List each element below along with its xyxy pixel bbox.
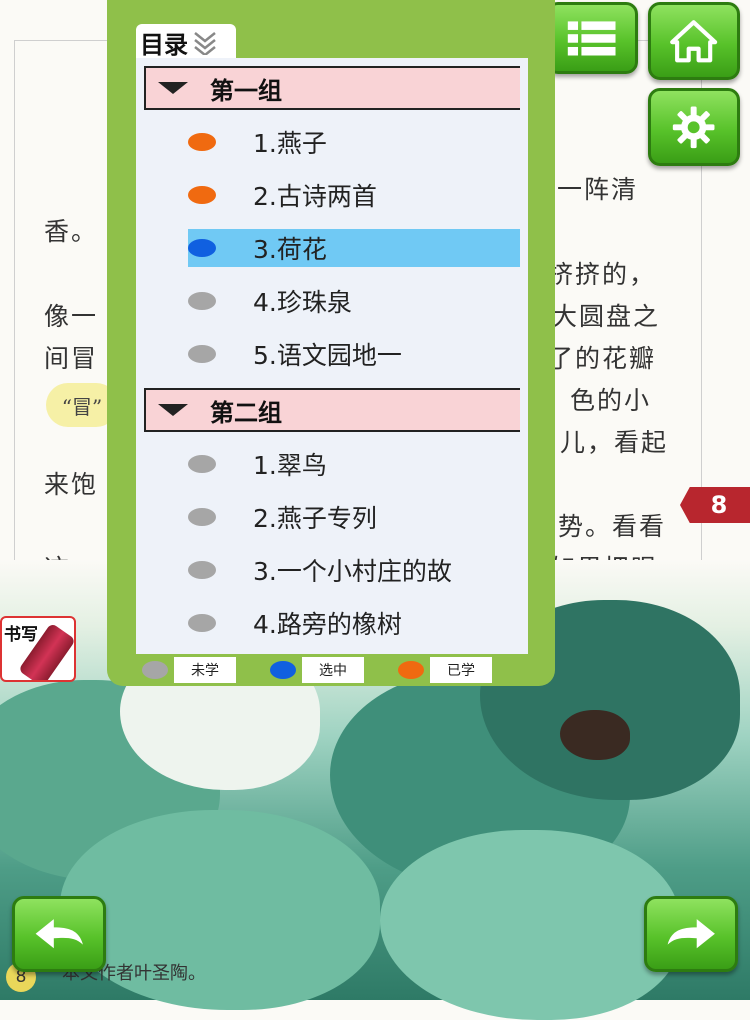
- status-dot-learned: [188, 186, 216, 204]
- legend-label: 已学: [430, 657, 492, 683]
- toc-title: 目录: [140, 30, 188, 59]
- toc-item[interactable]: 1.燕子: [188, 123, 520, 161]
- legend-dot: [142, 661, 168, 679]
- toc-item-label: 2.燕子专列: [253, 504, 377, 533]
- page-text-line: 了的花瓣: [548, 344, 657, 373]
- back-arrow-icon: [35, 919, 83, 949]
- menu-button[interactable]: [546, 2, 638, 74]
- group-label: 第一组: [210, 76, 282, 105]
- forward-arrow-icon: [667, 919, 715, 949]
- collapse-triangle-icon: [158, 404, 188, 416]
- toc-item[interactable]: 2.燕子专列: [188, 498, 520, 536]
- page-text-line: 挤挤的，: [548, 260, 657, 289]
- toc-item-label: 1.燕子: [253, 129, 327, 158]
- toc-item[interactable]: 4.路旁的橡树: [188, 604, 520, 642]
- toc-item-label: 1.翠鸟: [253, 451, 327, 480]
- page-text-line: 势。看看: [558, 512, 667, 541]
- write-tool-button[interactable]: 书写: [0, 616, 76, 682]
- legend-label: 未学: [174, 657, 236, 683]
- legend-learned: 已学: [392, 656, 492, 684]
- page-text-line: 色的小: [570, 386, 652, 415]
- page-text-line: 像一: [44, 302, 99, 331]
- toc-item-label: 4.珍珠泉: [253, 288, 352, 317]
- page-number-badge: 8: [680, 487, 750, 523]
- toc-item-label: 3.一个小村庄的故: [253, 557, 452, 586]
- settings-button[interactable]: [648, 88, 740, 166]
- legend-dot: [398, 661, 424, 679]
- collapse-triangle-icon: [158, 82, 188, 94]
- toc-item-label: 3.荷花: [253, 235, 327, 264]
- write-label: 书写: [4, 625, 38, 645]
- legend-dot: [270, 661, 296, 679]
- toc-list: 第一组 1.燕子 2.古诗两首 3.荷花 4.珍珠泉 5.语文园地一 第二组 1…: [136, 58, 528, 654]
- page-text-line: 大圆盘之: [552, 302, 661, 331]
- toc-item[interactable]: 5.语文园地一: [188, 335, 520, 373]
- home-icon: [670, 19, 718, 63]
- page-text-line: 儿，看起: [560, 428, 669, 457]
- status-legend: 未学 选中 已学: [136, 656, 528, 684]
- double-chevron-down-icon: [194, 32, 216, 55]
- status-dot-selected: [188, 239, 216, 257]
- group-header-2[interactable]: 第二组: [144, 388, 520, 432]
- status-dot-unlearned: [188, 345, 216, 363]
- toc-header[interactable]: 目录: [136, 24, 236, 60]
- page-text-line: 来饱: [44, 470, 99, 499]
- group-header-1[interactable]: 第一组: [144, 66, 520, 110]
- page-text-line: 间冒: [44, 344, 99, 373]
- toc-item-label: 4.路旁的橡树: [253, 610, 402, 639]
- list-icon: [568, 20, 616, 56]
- page-text-line: 香。: [44, 217, 99, 246]
- legend-selected: 选中: [264, 656, 364, 684]
- toc-item[interactable]: 3.一个小村庄的故: [188, 551, 520, 589]
- home-button[interactable]: [648, 2, 740, 80]
- toc-item[interactable]: 4.珍珠泉: [188, 282, 520, 320]
- toc-item-label: 2.古诗两首: [253, 182, 377, 211]
- gear-icon: [673, 106, 715, 148]
- forward-button[interactable]: [644, 896, 738, 972]
- back-button[interactable]: [12, 896, 106, 972]
- status-dot-learned: [188, 133, 216, 151]
- toc-item-label: 5.语文园地一: [253, 341, 402, 370]
- status-dot-unlearned: [188, 614, 216, 632]
- toc-item[interactable]: 1.翠鸟: [188, 445, 520, 483]
- legend-unlearned: 未学: [136, 656, 236, 684]
- status-dot-unlearned: [188, 292, 216, 310]
- group-label: 第二组: [210, 398, 282, 427]
- toc-item[interactable]: 2.古诗两首: [188, 176, 520, 214]
- toc-item-selected[interactable]: 3.荷花: [188, 229, 520, 267]
- status-dot-unlearned: [188, 561, 216, 579]
- status-dot-unlearned: [188, 455, 216, 473]
- status-dot-unlearned: [188, 508, 216, 526]
- legend-label: 选中: [302, 657, 364, 683]
